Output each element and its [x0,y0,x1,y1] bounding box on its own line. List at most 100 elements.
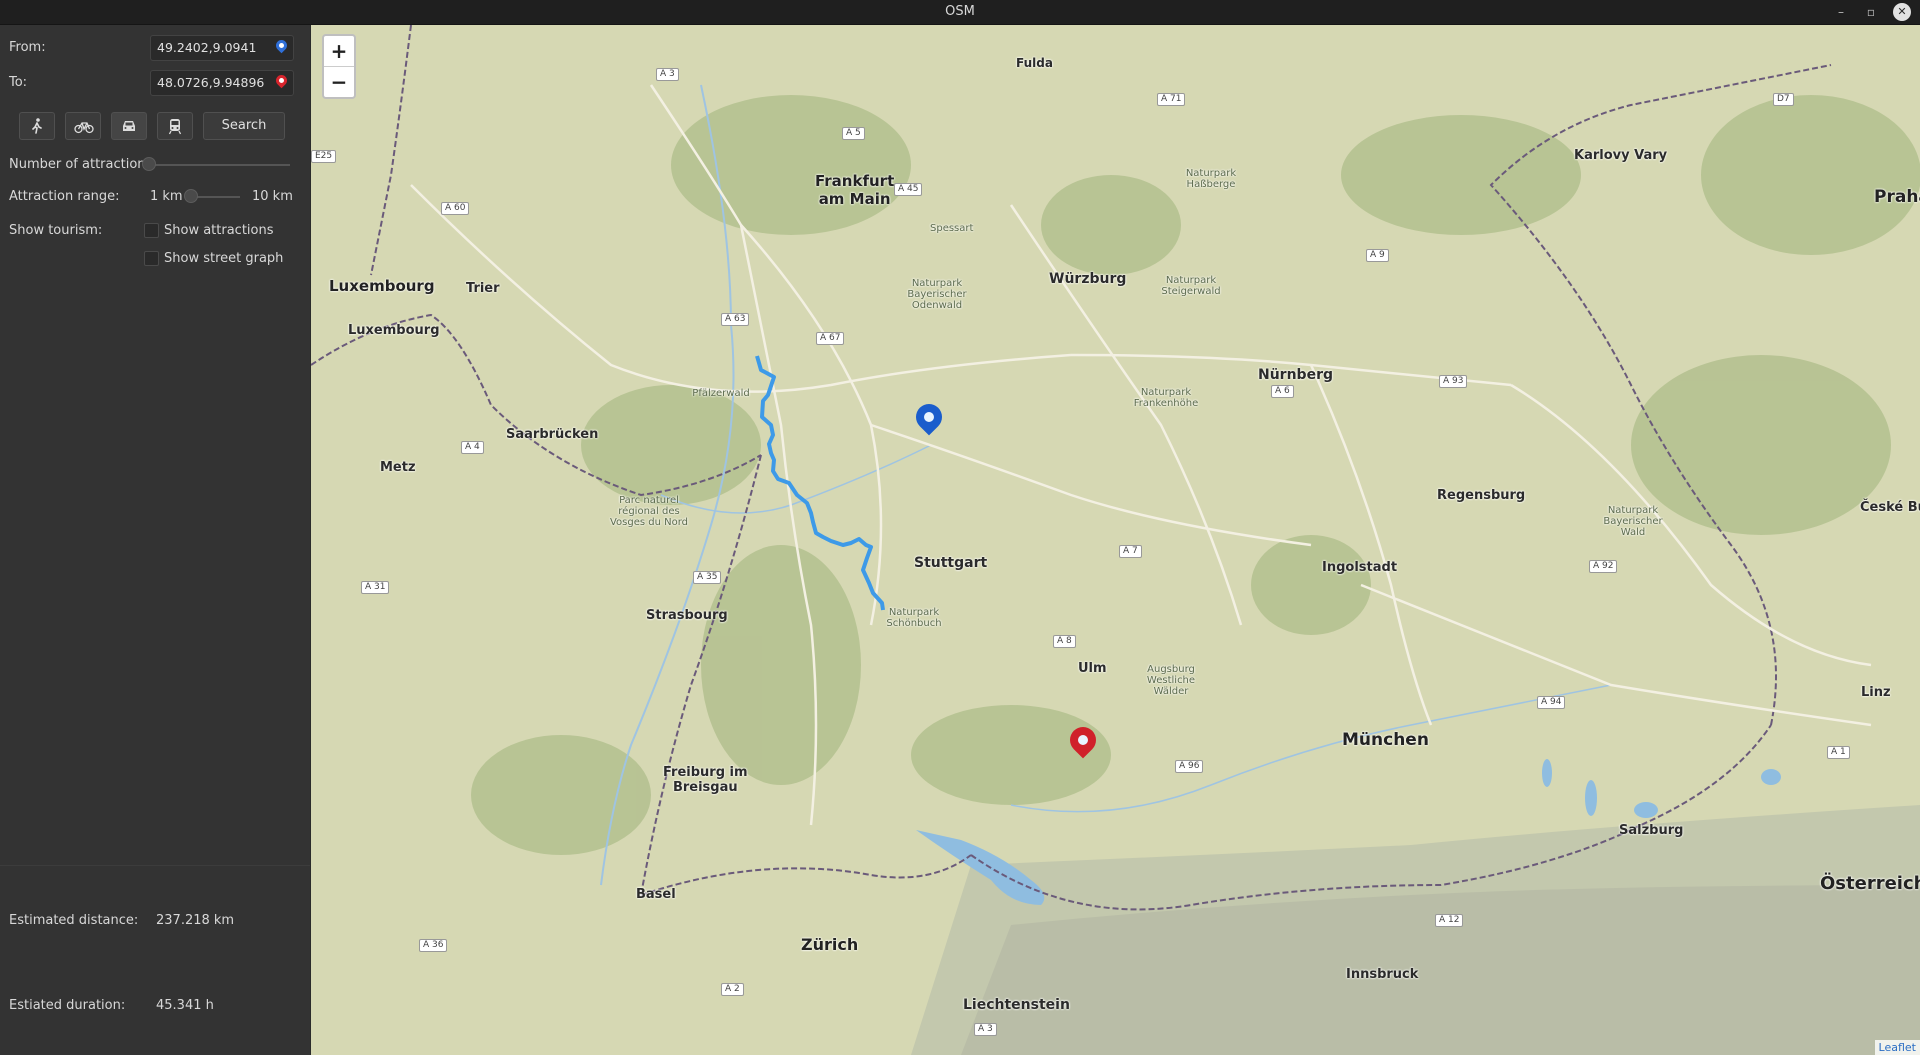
park-label-frankenhohe: Naturpark Frankenhöhe [1133,387,1199,409]
range-max-label: 10 km [252,189,293,204]
city-label-nurnberg: Nürnberg [1258,367,1333,383]
city-label-liechtenstein: Liechtenstein [963,997,1070,1013]
zoom-in-button[interactable]: + [324,36,354,67]
from-label: From: [9,40,46,55]
duration-value: 45.341 h [156,998,214,1013]
to-field[interactable]: 48.0726,9.94896 [150,70,294,96]
bicycle-icon [74,122,94,134]
road-shield: A 60 [441,202,470,215]
show-street-graph-checkbox[interactable] [144,251,159,266]
sidebar: From: 49.2402,9.0941 To: 48.0726,9.94896 [0,25,310,1055]
road-shield: A 3 [974,1023,997,1036]
zoom-control: + − [322,34,356,99]
city-label-karlovy-vary: Karlovy Vary [1574,148,1668,163]
city-label-ingolstadt: Ingolstadt [1322,560,1398,575]
road-shield: E25 [311,150,337,163]
road-shield: A 12 [1435,914,1464,927]
city-label-trier: Trier [466,281,500,296]
road-shield: A 93 [1439,375,1468,388]
show-attractions-checkbox[interactable] [144,223,159,238]
car-icon [123,121,135,131]
map-view[interactable]: + − Frankfurt am Main Stuttgart München … [311,25,1920,1055]
park-label-vosges: Parc naturel régional des Vosges du Nord [609,495,689,528]
range-min-label: 1 km [150,189,183,204]
city-label-regensburg: Regensburg [1437,488,1526,503]
road-shield: A 96 [1175,760,1204,773]
map-tiles [311,25,1920,1055]
bike-mode-button[interactable] [65,112,101,140]
road-shield: A 45 [894,183,923,196]
road-shield: D7 [1773,93,1794,106]
city-label-wurzburg: Würzburg [1049,271,1127,287]
city-label-frankfurt: Frankfurt am Main [815,172,895,208]
from-value: 49.2402,9.0941 [157,40,257,55]
city-label-ulm: Ulm [1078,661,1107,676]
road-shield: A 6 [1271,385,1294,398]
distance-value: 237.218 km [156,913,235,928]
city-label-ceske-budejovice: České Bude [1860,500,1920,515]
show-attractions-label[interactable]: Show attractions [164,223,274,238]
city-label-freiburg: Freiburg im Breisgau [663,765,748,795]
to-label: To: [9,75,28,90]
city-label-luxembourg: Luxembourg [348,323,440,338]
city-label-linz: Linz [1861,685,1891,700]
country-label-osterreich: Österreich [1820,873,1920,894]
city-label-stuttgart: Stuttgart [914,555,988,571]
city-label-strasbourg: Strasbourg [646,608,728,623]
park-label-odenwald: Naturpark Bayerischer Odenwald [907,278,967,311]
city-label-innsbruck: Innsbruck [1346,967,1419,982]
zoom-out-button[interactable]: − [324,67,354,97]
road-shield: A 4 [461,441,484,454]
park-label-steigerwald: Naturpark Steigerwald [1161,275,1221,297]
city-label-praha: Praha [1874,187,1920,207]
show-street-graph-label[interactable]: Show street graph [164,251,283,266]
walking-icon [32,118,42,134]
close-button[interactable]: ✕ [1893,3,1911,21]
attractions-label: Number of attraction: [9,157,150,172]
park-label-hassberge: Naturpark Haßberge [1185,168,1237,190]
park-label-spessart: Spessart [930,223,974,234]
road-shield: A 35 [693,571,722,584]
to-value: 48.0726,9.94896 [157,75,265,90]
search-button[interactable]: Search [203,112,285,140]
window-title: OSM [945,4,975,19]
park-label-pfalzerwald: Pfälzerwald [692,388,750,399]
road-shield: A 31 [361,581,390,594]
city-label-metz: Metz [380,460,416,475]
walk-mode-button[interactable] [19,112,55,140]
tourism-label: Show tourism: [9,223,103,238]
minimize-button[interactable]: – [1832,3,1850,21]
city-label-saarbrucken: Saarbrücken [506,427,599,442]
title-bar: OSM – ▫ ✕ [0,0,1920,25]
train-icon [168,119,182,135]
transit-mode-button[interactable] [157,112,193,140]
range-label: Attraction range: [9,189,120,204]
country-label-luxembourg: Luxembourg [329,277,435,295]
location-pin-icon[interactable] [273,72,290,89]
city-label-fulda: Fulda [1016,56,1053,70]
city-label-munchen: München [1342,730,1429,750]
attractions-slider-handle[interactable] [142,157,156,171]
car-mode-button[interactable] [111,112,147,140]
road-shield: A 94 [1537,696,1566,709]
attribution-link[interactable]: Leaflet [1874,1040,1920,1055]
attractions-slider-track[interactable] [146,164,290,166]
from-field[interactable]: 49.2402,9.0941 [150,35,294,61]
road-shield: A 8 [1053,635,1076,648]
road-shield: A 63 [721,313,750,326]
road-shield: A 67 [816,332,845,345]
park-label-augsburg: Augsburg Westliche Wälder [1146,664,1196,697]
park-label-bayerischer-wald: Naturpark Bayerischer Wald [1603,505,1663,538]
road-shield: A 92 [1589,560,1618,573]
park-label-schonbuch: Naturpark Schönbuch [886,607,942,629]
road-shield: A 9 [1366,249,1389,262]
road-shield: A 71 [1157,93,1186,106]
road-shield: A 3 [656,68,679,81]
maximize-button[interactable]: ▫ [1862,3,1880,21]
location-pin-icon[interactable] [273,37,290,54]
road-shield: A 36 [419,939,448,952]
road-shield: A 5 [842,127,865,140]
road-shield: A 2 [721,983,744,996]
range-slider-handle[interactable] [184,189,198,203]
duration-label: Estiated duration: [9,998,126,1013]
